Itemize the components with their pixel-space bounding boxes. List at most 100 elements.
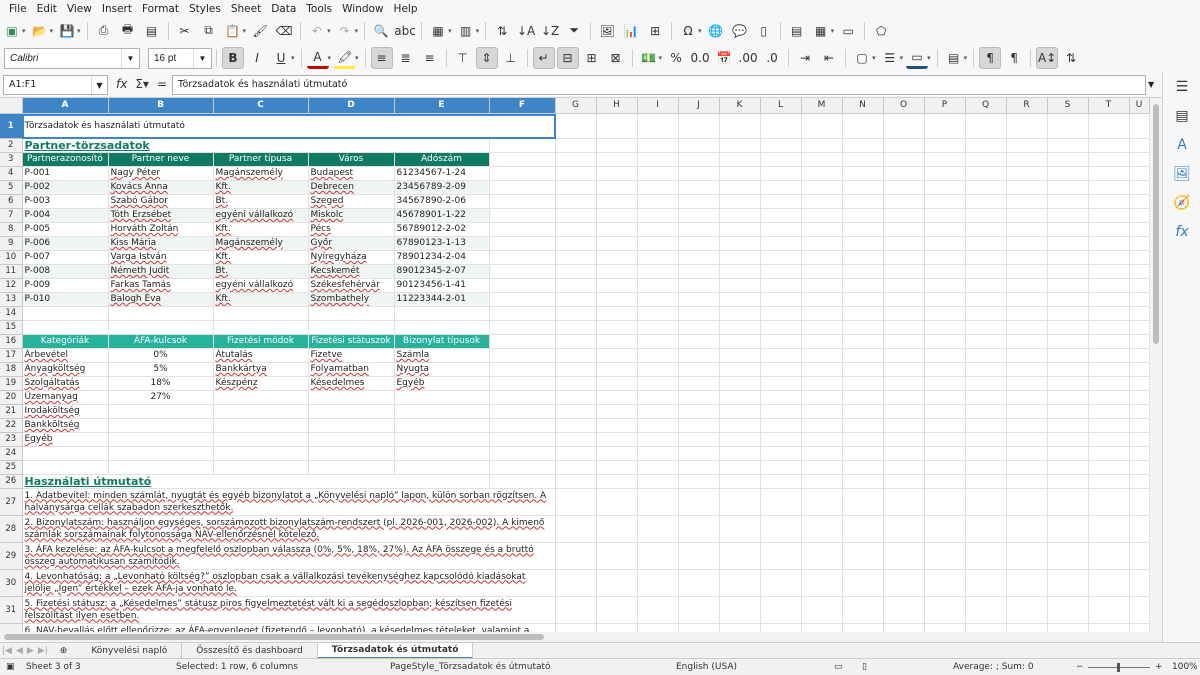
cell[interactable] [678,348,720,363]
row-header-23[interactable]: 23 [0,432,23,447]
cell[interactable] [1088,432,1130,447]
freeze-rows-icon[interactable]: ▦ [810,20,832,42]
cell[interactable] [719,418,761,433]
cell[interactable] [1088,292,1130,307]
horizontal-scrollbar[interactable] [0,632,1162,642]
unmerge-cells-icon[interactable]: ⊠ [605,47,627,69]
cell[interactable] [924,166,966,181]
number-format-icon[interactable]: 0.0 [689,47,711,69]
cell[interactable] [1047,460,1089,475]
cell[interactable] [883,515,925,543]
cell[interactable] [924,376,966,391]
cell[interactable] [637,596,679,624]
menu-item-styles[interactable]: Styles [184,3,226,15]
cell[interactable] [678,446,720,461]
partner-cell[interactable]: P-008 [22,264,109,279]
cell[interactable] [965,113,1007,139]
cell[interactable] [596,334,638,349]
cell[interactable] [1129,306,1150,321]
scroll-thumb[interactable] [4,634,544,640]
cell[interactable] [1129,292,1150,307]
cell[interactable] [1047,390,1089,405]
cell[interactable] [637,623,679,632]
first-sheet-icon[interactable]: |◀ [0,646,14,656]
sum-icon[interactable]: Σ▾ [135,77,149,91]
cell[interactable] [596,432,638,447]
cell[interactable] [596,320,638,335]
cell[interactable] [1006,208,1048,223]
list-cell[interactable] [308,418,395,433]
cell[interactable] [637,404,679,419]
cell[interactable] [719,166,761,181]
cell[interactable] [1047,515,1089,543]
partner-cell[interactable]: Székesfehérvár [308,278,395,293]
row-header-11[interactable]: 11 [0,264,23,279]
cell[interactable] [678,334,720,349]
font-color-icon[interactable]: A [306,47,329,69]
cell[interactable] [965,596,1007,624]
cell[interactable] [108,460,214,475]
cell[interactable] [801,278,843,293]
cell[interactable] [1006,515,1048,543]
cell[interactable] [924,390,966,405]
cell[interactable] [719,404,761,419]
cell[interactable] [801,250,843,265]
insert-image-icon[interactable]: 🖼 [596,20,618,42]
cell[interactable] [489,348,556,363]
cell[interactable] [1006,292,1048,307]
cell[interactable] [555,278,597,293]
cell[interactable] [924,264,966,279]
cell[interactable] [883,334,925,349]
partner-cell[interactable]: Debrecen [308,180,395,195]
cell[interactable] [883,596,925,624]
column-header-f[interactable]: F [489,98,556,114]
cell[interactable] [637,166,679,181]
row-header-30[interactable]: 30 [0,569,23,597]
cell[interactable] [924,569,966,597]
cell[interactable] [637,376,679,391]
cell[interactable] [842,278,884,293]
cell[interactable] [842,152,884,167]
cell[interactable] [1006,596,1048,624]
cell[interactable] [1047,474,1089,489]
cell[interactable] [678,623,720,632]
cell[interactable] [924,404,966,419]
clone-format-icon[interactable]: 🖌 [249,20,271,42]
cell[interactable] [801,222,843,237]
row-header-22[interactable]: 22 [0,418,23,433]
cell[interactable] [842,250,884,265]
cell[interactable] [555,390,597,405]
cell[interactable] [883,569,925,597]
cell[interactable] [801,390,843,405]
cell[interactable] [596,362,638,377]
cell[interactable] [760,208,802,223]
cell[interactable] [760,113,802,139]
cell[interactable] [637,334,679,349]
row-header-10[interactable]: 10 [0,250,23,265]
column-header-k[interactable]: K [719,98,761,114]
cell[interactable] [489,474,556,489]
cell[interactable] [719,362,761,377]
cell[interactable] [883,194,925,209]
cell[interactable] [555,432,597,447]
hyperlink-icon[interactable]: 🌐 [705,20,727,42]
partner-cell[interactable]: 90123456-1-41 [394,278,490,293]
cell[interactable] [1129,348,1150,363]
chevron-down-icon[interactable]: ▼ [91,76,107,94]
cell[interactable] [555,306,597,321]
list-cell[interactable]: Szolgáltatás [22,376,109,391]
cell[interactable] [1088,264,1130,279]
cell[interactable] [883,180,925,195]
partner-cell[interactable]: Varga István [108,250,214,265]
cell[interactable] [1047,113,1089,139]
cell[interactable] [801,376,843,391]
menu-icon[interactable]: ☰ [1163,72,1200,101]
cell[interactable] [883,404,925,419]
scroll-thumb[interactable] [1153,104,1159,344]
list-cell[interactable]: 18% [108,376,214,391]
cell[interactable] [719,460,761,475]
cell[interactable] [1006,623,1048,632]
cell[interactable] [22,460,109,475]
list-cell[interactable]: 0% [108,348,214,363]
partner-cell[interactable]: Balogh Éva [108,292,214,307]
